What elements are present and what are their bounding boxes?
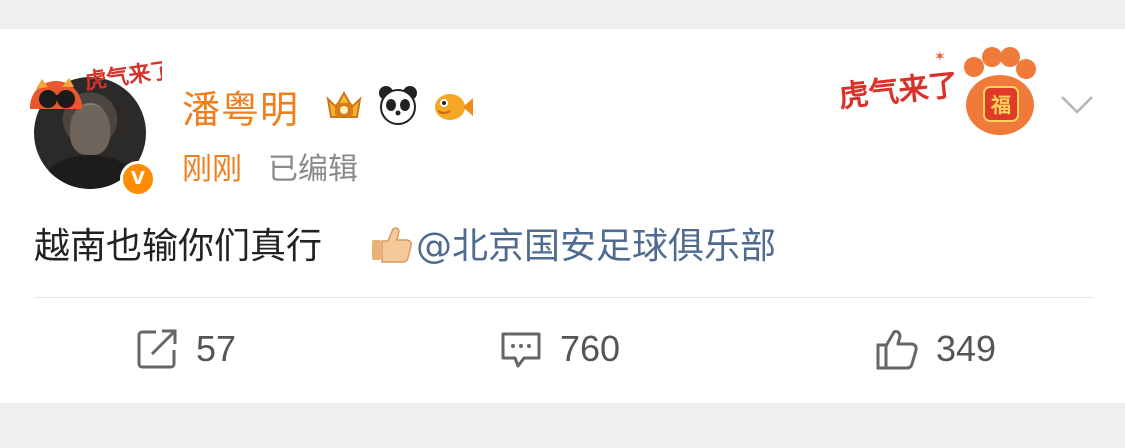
thumbs-up-icon bbox=[876, 330, 918, 370]
svg-text:✶: ✶ bbox=[934, 49, 946, 65]
svg-text:虎气来了: 虎气来了 bbox=[83, 57, 162, 95]
post-time[interactable]: 刚刚 bbox=[182, 144, 242, 188]
crown-badge-icon[interactable] bbox=[322, 83, 366, 127]
post-content: 越南也输你们真行 @北京国安足球俱乐部 bbox=[34, 217, 776, 269]
divider bbox=[34, 297, 1094, 298]
avatar-with-frame[interactable]: 虎气来了 V bbox=[22, 49, 162, 197]
username[interactable]: 潘粤明 bbox=[182, 79, 299, 134]
share-icon bbox=[137, 329, 177, 369]
avatar-face bbox=[70, 105, 110, 155]
fish-icon[interactable] bbox=[430, 83, 474, 127]
tiger-year-banner-icon[interactable]: 虎气来了 ✶ 福 bbox=[838, 39, 1048, 135]
action-bar: 57 760 349 bbox=[0, 319, 1125, 379]
edited-label[interactable]: 已编辑 bbox=[268, 144, 358, 188]
weibo-post-card: 虎气来了 V 潘粤明 刚刚 已编辑 虎气来了 ✶ 福 越南也输你们真行 @北京国… bbox=[0, 29, 1125, 403]
panda-icon[interactable] bbox=[376, 83, 420, 127]
comment-button[interactable]: 760 bbox=[498, 319, 620, 379]
chevron-down-icon[interactable] bbox=[1058, 91, 1096, 119]
svg-text:福: 福 bbox=[990, 93, 1011, 117]
svg-text:虎气来了: 虎气来了 bbox=[838, 68, 960, 115]
share-count: 57 bbox=[196, 328, 237, 369]
tiger-avatar-frame-icon: 虎气来了 bbox=[30, 57, 162, 109]
mention-link[interactable]: @北京国安足球俱乐部 bbox=[416, 217, 776, 269]
post-text: 越南也输你们真行 bbox=[34, 226, 323, 267]
thumbs-up-icon bbox=[372, 227, 412, 263]
comment-count: 760 bbox=[560, 328, 621, 369]
share-button[interactable]: 57 bbox=[134, 319, 236, 379]
post-meta: 刚刚 已编辑 bbox=[182, 144, 358, 188]
verified-badge: V bbox=[120, 161, 156, 197]
like-count: 349 bbox=[936, 328, 997, 369]
like-button[interactable]: 349 bbox=[874, 319, 996, 379]
user-badges bbox=[322, 81, 474, 129]
comment-icon bbox=[501, 332, 541, 368]
